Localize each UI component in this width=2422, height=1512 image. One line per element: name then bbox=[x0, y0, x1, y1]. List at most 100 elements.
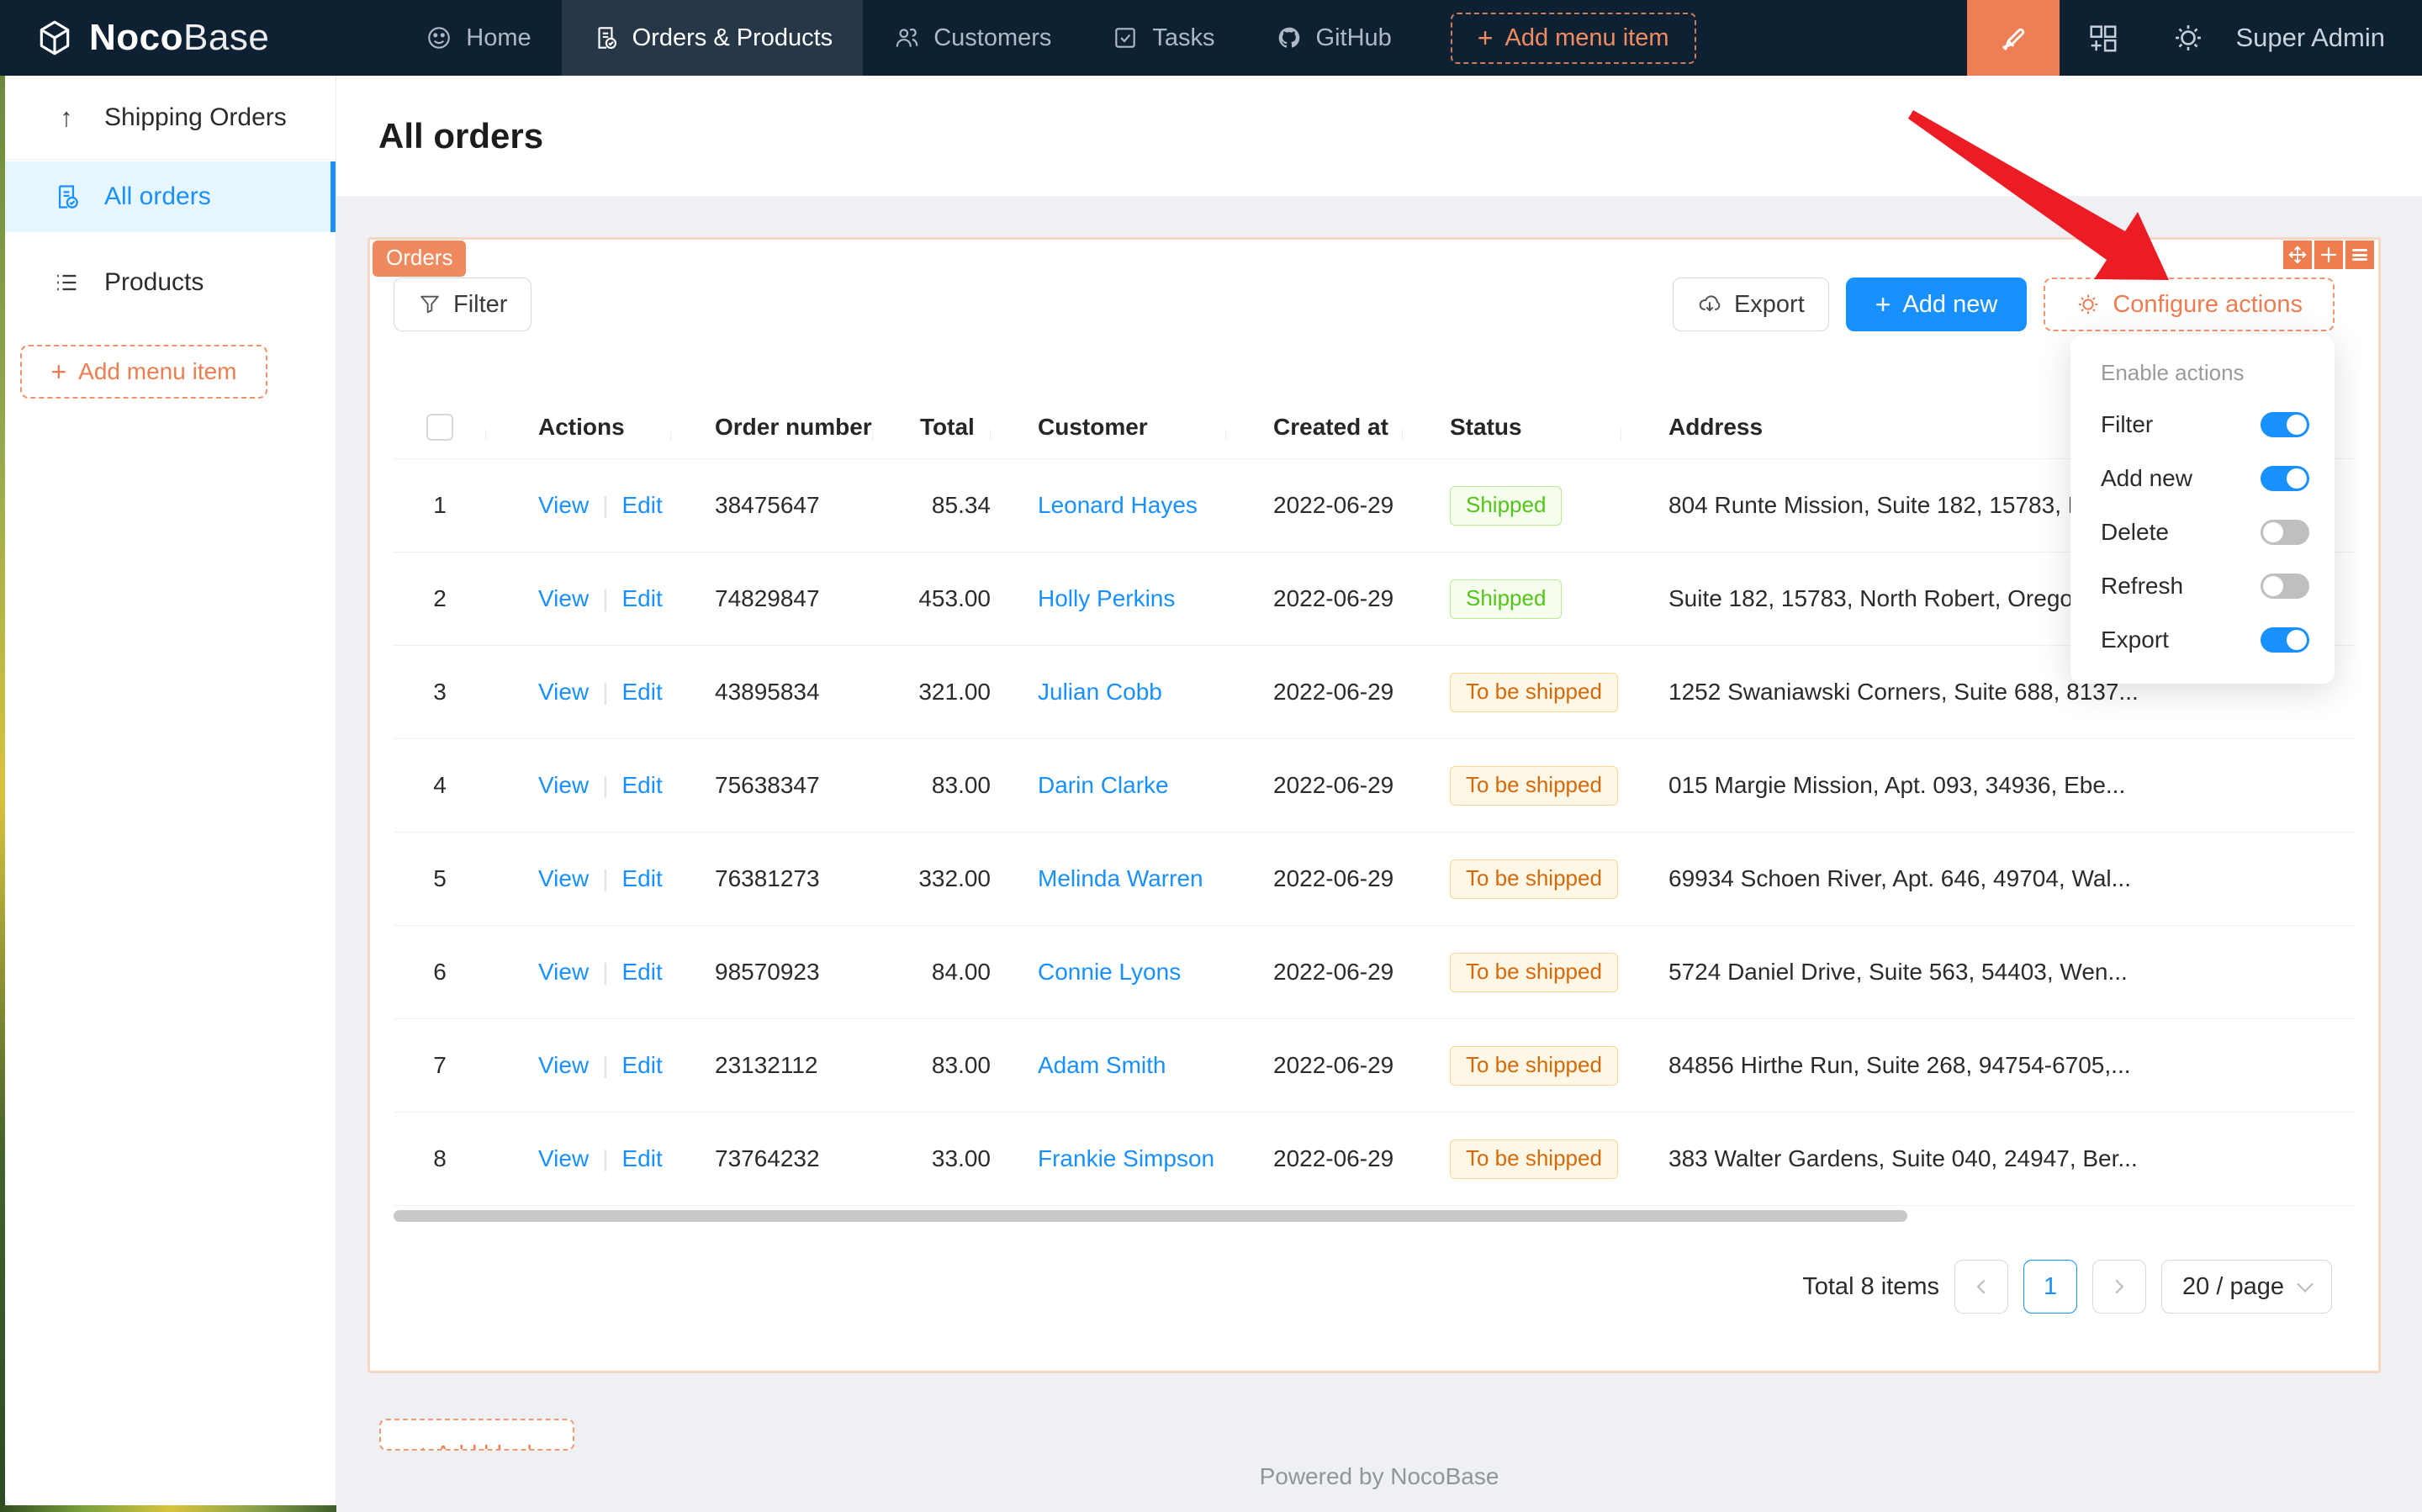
edit-link[interactable]: Edit bbox=[621, 585, 662, 611]
filter-button[interactable]: Filter bbox=[394, 278, 531, 331]
customer-link[interactable]: Leonard Hayes bbox=[1038, 492, 1198, 518]
block-menu-icon[interactable] bbox=[2345, 241, 2374, 269]
customer-link[interactable]: Melinda Warren bbox=[1038, 865, 1203, 891]
settings-button[interactable] bbox=[2145, 0, 2231, 76]
view-link[interactable]: View bbox=[538, 1052, 589, 1078]
nocobase-logo[interactable]: NocoBase bbox=[35, 17, 269, 59]
page-number-button[interactable]: 1 bbox=[2023, 1260, 2077, 1314]
enable-actions-menu-item[interactable]: Filter bbox=[2070, 398, 2335, 452]
plugin-blocks-icon bbox=[2086, 22, 2118, 54]
drag-handle-icon[interactable] bbox=[2283, 241, 2312, 269]
top-navbar: NocoBase Home Orders & Products Customer… bbox=[0, 0, 2422, 76]
nav-item-customers[interactable]: Customers bbox=[863, 0, 1081, 76]
created-at-cell: 2022-06-29 bbox=[1226, 585, 1403, 612]
toggle-switch[interactable] bbox=[2261, 574, 2309, 599]
created-at-cell: 2022-06-29 bbox=[1226, 492, 1403, 519]
order-number-cell: 73764232 bbox=[671, 1145, 873, 1172]
unordered-list-icon bbox=[52, 268, 81, 297]
customer-link[interactable]: Julian Cobb bbox=[1038, 679, 1162, 705]
status-badge: To be shipped bbox=[1450, 1046, 1618, 1086]
total-cell: 33.00 bbox=[873, 1145, 991, 1172]
sidebar-item-shipping-orders[interactable]: ↑ Shipping Orders bbox=[5, 76, 336, 160]
page-size-select[interactable]: 20 / page bbox=[2161, 1260, 2332, 1314]
view-link[interactable]: View bbox=[538, 679, 589, 705]
add-block-icon[interactable] bbox=[2314, 241, 2343, 269]
table-row: 3 View|Edit 43895834 321.00 Julian Cobb … bbox=[394, 646, 2355, 739]
total-cell: 84.00 bbox=[873, 959, 991, 986]
navbar-add-menu-item-button[interactable]: + Add menu item bbox=[1451, 13, 1696, 64]
document-check-icon bbox=[592, 24, 619, 51]
view-link[interactable]: View bbox=[538, 865, 589, 891]
table-body: 1 View|Edit 38475647 85.34 Leonard Hayes… bbox=[394, 459, 2355, 1206]
customer-link[interactable]: Holly Perkins bbox=[1038, 585, 1175, 611]
configure-actions-button[interactable]: Configure actions bbox=[2044, 278, 2335, 331]
view-link[interactable]: View bbox=[538, 1145, 589, 1171]
toggle-switch[interactable] bbox=[2261, 520, 2309, 545]
customer-link[interactable]: Darin Clarke bbox=[1038, 772, 1169, 798]
sidebar-item-all-orders[interactable]: All orders bbox=[5, 161, 336, 232]
nav-item-github[interactable]: GitHub bbox=[1245, 0, 1422, 76]
edit-link[interactable]: Edit bbox=[621, 1145, 662, 1171]
enable-actions-menu-item[interactable]: Export bbox=[2070, 613, 2335, 667]
view-link[interactable]: View bbox=[538, 585, 589, 611]
order-number-cell: 75638347 bbox=[671, 772, 873, 799]
customer-cell: Holly Perkins bbox=[991, 585, 1226, 612]
previous-page-button[interactable] bbox=[1954, 1260, 2008, 1314]
next-page-button[interactable] bbox=[2092, 1260, 2146, 1314]
table-row: 1 View|Edit 38475647 85.34 Leonard Hayes… bbox=[394, 459, 2355, 552]
customer-link[interactable]: Connie Lyons bbox=[1038, 959, 1181, 985]
column-header-customer: Customer bbox=[991, 414, 1226, 441]
row-index: 5 bbox=[394, 865, 486, 892]
toolbar-right-actions: Export + Add new Configure actions bbox=[1673, 278, 2335, 331]
status-cell: To be shipped bbox=[1403, 1046, 1621, 1086]
ui-editor-button[interactable] bbox=[1967, 0, 2060, 76]
view-link[interactable]: View bbox=[538, 492, 589, 518]
table-row: 7 View|Edit 23132112 83.00 Adam Smith 20… bbox=[394, 1019, 2355, 1113]
order-number-cell: 23132112 bbox=[671, 1052, 873, 1079]
sidebar: ↑ Shipping Orders All orders Products + … bbox=[5, 76, 336, 1505]
enable-actions-menu-item[interactable]: Refresh bbox=[2070, 559, 2335, 613]
select-all-checkbox[interactable] bbox=[426, 414, 453, 441]
customer-link[interactable]: Frankie Simpson bbox=[1038, 1145, 1214, 1171]
status-badge: Shipped bbox=[1450, 579, 1562, 619]
column-header-status: Status bbox=[1403, 414, 1621, 441]
toggle-switch[interactable] bbox=[2261, 627, 2309, 653]
sidebar-item-products[interactable]: Products bbox=[5, 247, 336, 318]
edit-link[interactable]: Edit bbox=[621, 1052, 662, 1078]
add-block-button[interactable]: + Add block bbox=[379, 1419, 574, 1451]
view-link[interactable]: View bbox=[538, 959, 589, 985]
scrollbar-thumb[interactable] bbox=[394, 1210, 1907, 1222]
nav-item-home[interactable]: Home bbox=[395, 0, 561, 76]
export-button[interactable]: Export bbox=[1673, 278, 1829, 331]
edit-link[interactable]: Edit bbox=[621, 492, 662, 518]
customer-link[interactable]: Adam Smith bbox=[1038, 1052, 1166, 1078]
enable-actions-menu-item[interactable]: Delete bbox=[2070, 505, 2335, 559]
created-at-cell: 2022-06-29 bbox=[1226, 772, 1403, 799]
block-collection-tag: Orders bbox=[373, 241, 466, 277]
user-menu[interactable]: Super Admin bbox=[2236, 23, 2386, 53]
add-new-button[interactable]: + Add new bbox=[1846, 278, 2028, 331]
checkbox-check-icon bbox=[1112, 24, 1139, 51]
view-link[interactable]: View bbox=[538, 772, 589, 798]
customer-cell: Connie Lyons bbox=[991, 959, 1226, 986]
edit-link[interactable]: Edit bbox=[621, 772, 662, 798]
toggle-switch[interactable] bbox=[2261, 412, 2309, 437]
total-cell: 453.00 bbox=[873, 585, 991, 612]
nav-item-tasks[interactable]: Tasks bbox=[1081, 0, 1245, 76]
row-index: 1 bbox=[394, 492, 486, 519]
row-actions: View|Edit bbox=[486, 585, 671, 612]
plugin-manager-button[interactable] bbox=[2060, 0, 2145, 76]
enable-actions-menu-item[interactable]: Add new bbox=[2070, 452, 2335, 505]
plus-icon: + bbox=[1875, 291, 1891, 318]
edit-link[interactable]: Edit bbox=[621, 679, 662, 705]
edit-link[interactable]: Edit bbox=[621, 865, 662, 891]
status-badge: To be shipped bbox=[1450, 859, 1618, 899]
table-row: 8 View|Edit 73764232 33.00 Frankie Simps… bbox=[394, 1113, 2355, 1206]
edit-link[interactable]: Edit bbox=[621, 959, 662, 985]
sidebar-add-menu-item-button[interactable]: + Add menu item bbox=[20, 345, 267, 399]
gear-icon bbox=[2171, 21, 2205, 55]
toggle-switch[interactable] bbox=[2261, 466, 2309, 491]
table-toolbar: Filter Export + Add new bbox=[370, 278, 2378, 331]
nav-item-orders-products[interactable]: Orders & Products bbox=[562, 0, 864, 76]
customer-cell: Darin Clarke bbox=[991, 772, 1226, 799]
